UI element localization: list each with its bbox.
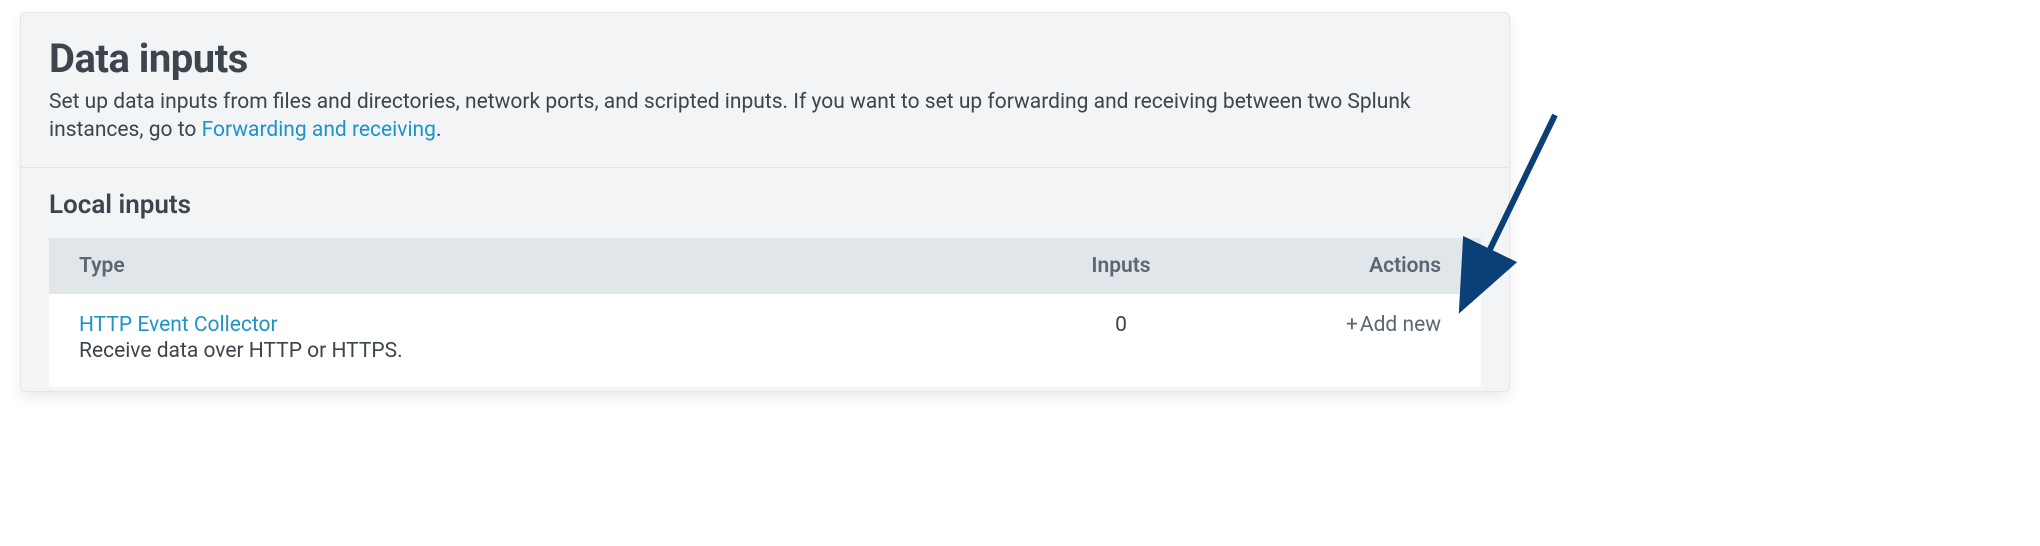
cell-actions: +Add new — [1211, 294, 1481, 387]
column-header-actions: Actions — [1211, 238, 1481, 295]
add-new-button[interactable]: +Add new — [1346, 313, 1441, 337]
panel-header: Data inputs Set up data inputs from file… — [21, 13, 1509, 168]
column-header-type: Type — [49, 238, 1031, 295]
http-event-collector-link[interactable]: HTTP Event Collector — [79, 313, 278, 337]
data-inputs-panel: Data inputs Set up data inputs from file… — [20, 12, 1510, 392]
column-header-inputs: Inputs — [1031, 238, 1211, 295]
description-text-post: . — [436, 118, 442, 142]
local-inputs-section: Local inputs Type Inputs Actions HTTP Ev… — [21, 168, 1509, 391]
type-description: Receive data over HTTP or HTTPS. — [79, 339, 403, 363]
page-description: Set up data inputs from files and direct… — [49, 88, 1479, 145]
table-header-row: Type Inputs Actions — [49, 238, 1481, 295]
table-row: HTTP Event Collector Receive data over H… — [49, 294, 1481, 387]
cell-inputs-count: 0 — [1031, 294, 1211, 387]
plus-icon: + — [1346, 313, 1358, 337]
page-title: Data inputs — [49, 35, 1479, 82]
local-inputs-table: Type Inputs Actions HTTP Event Collector… — [49, 238, 1481, 387]
add-new-label: Add new — [1360, 313, 1441, 337]
forwarding-receiving-link[interactable]: Forwarding and receiving — [202, 118, 436, 142]
cell-type: HTTP Event Collector Receive data over H… — [49, 294, 1031, 387]
section-title: Local inputs — [49, 190, 1481, 220]
